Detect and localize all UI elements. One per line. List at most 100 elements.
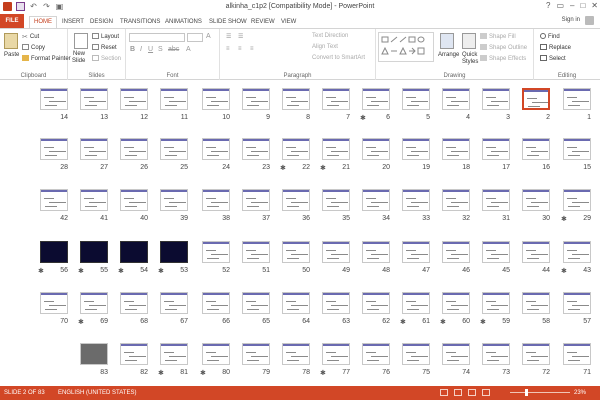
slide-thumbnail[interactable]	[442, 292, 470, 314]
slide-thumbnail[interactable]	[282, 343, 310, 365]
slide-thumbnail[interactable]	[362, 241, 390, 263]
copy-button[interactable]: Copy	[22, 44, 45, 51]
slide-thumbnail[interactable]	[482, 88, 510, 110]
slide-thumbnail[interactable]	[402, 241, 430, 263]
slide-thumbnail[interactable]	[80, 88, 108, 110]
tab-review[interactable]: REVIEW	[251, 16, 275, 28]
slide-thumbnail[interactable]	[242, 189, 270, 211]
slide-thumbnail[interactable]	[402, 343, 430, 365]
slide-thumbnail[interactable]	[322, 292, 350, 314]
layout-button[interactable]: Layout	[92, 33, 119, 40]
slide-thumbnail[interactable]	[322, 138, 350, 160]
paste-icon[interactable]	[4, 33, 18, 49]
transition-icon[interactable]: ✱	[118, 267, 124, 275]
slide-thumbnail[interactable]	[242, 138, 270, 160]
sign-in-link[interactable]: Sign in	[562, 17, 580, 23]
slide-thumbnail[interactable]	[80, 241, 108, 263]
transition-icon[interactable]: ✱	[440, 318, 446, 326]
zoom-slider[interactable]	[510, 392, 570, 393]
shape-effects-button[interactable]: Shape Effects	[480, 55, 526, 62]
slide-thumbnail[interactable]	[202, 241, 230, 263]
slide-thumbnail[interactable]	[563, 189, 591, 211]
language-indicator[interactable]: ENGLISH (UNITED STATES)	[58, 390, 136, 396]
slide-thumbnail[interactable]	[160, 138, 188, 160]
slide-thumbnail[interactable]	[40, 189, 68, 211]
convert-smartart-button[interactable]: Convert to SmartArt	[312, 55, 365, 61]
transition-icon[interactable]: ✱	[360, 114, 366, 122]
slide-thumbnail[interactable]	[402, 292, 430, 314]
transition-icon[interactable]: ✱	[400, 318, 406, 326]
arrange-button[interactable]: Arrange	[438, 52, 459, 58]
slide-thumbnail[interactable]	[322, 241, 350, 263]
slide-thumbnail[interactable]	[160, 241, 188, 263]
slide-thumbnail[interactable]	[282, 189, 310, 211]
strikethrough-icon[interactable]: abc	[168, 46, 179, 53]
shape-fill-button[interactable]: Shape Fill	[480, 33, 516, 40]
slide-thumbnail[interactable]	[120, 88, 148, 110]
quick-styles-icon[interactable]	[462, 33, 476, 49]
reset-button[interactable]: Reset	[92, 44, 117, 51]
slide-thumbnail[interactable]	[40, 292, 68, 314]
cut-button[interactable]: ✂ Cut	[22, 33, 39, 41]
slide-thumbnail[interactable]	[362, 88, 390, 110]
transition-icon[interactable]: ✱	[78, 318, 84, 326]
transition-icon[interactable]: ✱	[320, 369, 326, 377]
new-slide-label[interactable]: New	[73, 51, 85, 57]
shape-outline-button[interactable]: Shape Outline	[480, 44, 527, 51]
center-icon[interactable]: ≡	[238, 46, 242, 52]
transition-icon[interactable]: ✱	[320, 164, 326, 172]
tab-home[interactable]: HOME	[29, 16, 57, 28]
find-button[interactable]: Find	[540, 33, 560, 40]
slide-thumbnail[interactable]	[322, 189, 350, 211]
zoom-slider-thumb[interactable]	[525, 389, 528, 396]
tab-design[interactable]: DESIGN	[90, 16, 113, 28]
underline-icon[interactable]: U	[148, 46, 153, 53]
slide-thumbnail[interactable]	[160, 88, 188, 110]
slide-thumbnail[interactable]	[202, 138, 230, 160]
slide-thumbnail[interactable]	[160, 343, 188, 365]
arrange-icon[interactable]	[440, 33, 454, 49]
slide-thumbnail[interactable]	[563, 138, 591, 160]
slide-thumbnail[interactable]	[482, 241, 510, 263]
transition-icon[interactable]: ✱	[158, 369, 164, 377]
slide-thumbnail[interactable]	[322, 343, 350, 365]
new-slide-icon[interactable]	[74, 33, 88, 49]
font-name-input[interactable]	[129, 33, 185, 42]
slide-thumbnail[interactable]	[322, 88, 350, 110]
slide-thumbnail[interactable]	[522, 138, 550, 160]
shadow-icon[interactable]: S	[158, 46, 163, 53]
transition-icon[interactable]: ✱	[78, 267, 84, 275]
slide-thumbnail[interactable]	[120, 189, 148, 211]
slide-thumbnail[interactable]	[242, 241, 270, 263]
slide-thumbnail[interactable]	[120, 292, 148, 314]
slide-thumbnail[interactable]	[442, 138, 470, 160]
slide-thumbnail[interactable]	[160, 292, 188, 314]
slide-thumbnail[interactable]	[202, 88, 230, 110]
italic-icon[interactable]: I	[140, 46, 142, 53]
text-direction-button[interactable]: Text Direction	[312, 33, 348, 39]
tab-slide-show[interactable]: SLIDE SHOW	[209, 16, 247, 28]
slide-thumbnail[interactable]	[563, 241, 591, 263]
slide-thumbnail[interactable]	[80, 138, 108, 160]
slide-thumbnail[interactable]	[482, 138, 510, 160]
slide-sorter-view-icon[interactable]	[454, 389, 462, 396]
minimize-icon[interactable]: –	[570, 1, 574, 10]
avatar[interactable]	[585, 16, 594, 25]
slide-thumbnail[interactable]	[402, 138, 430, 160]
numbering-icon[interactable]: ☰	[238, 33, 243, 40]
slide-thumbnail[interactable]	[202, 292, 230, 314]
transition-icon[interactable]: ✱	[200, 369, 206, 377]
slide-thumbnail[interactable]	[80, 189, 108, 211]
slide-thumbnail[interactable]	[40, 138, 68, 160]
ribbon-display-icon[interactable]: ▭	[556, 1, 564, 10]
slide-thumbnail[interactable]	[563, 88, 591, 110]
slide-thumbnail[interactable]	[482, 343, 510, 365]
slide-thumbnail[interactable]	[442, 343, 470, 365]
maximize-icon[interactable]: □	[580, 1, 585, 10]
tab-animations[interactable]: ANIMATIONS	[165, 16, 202, 28]
quick-styles-button[interactable]: Quick	[462, 52, 477, 58]
slide-thumbnail[interactable]	[522, 189, 550, 211]
slide-thumbnail[interactable]	[80, 292, 108, 314]
slide-thumbnail[interactable]	[563, 343, 591, 365]
quick-styles-label-2[interactable]: Styles	[462, 59, 478, 65]
